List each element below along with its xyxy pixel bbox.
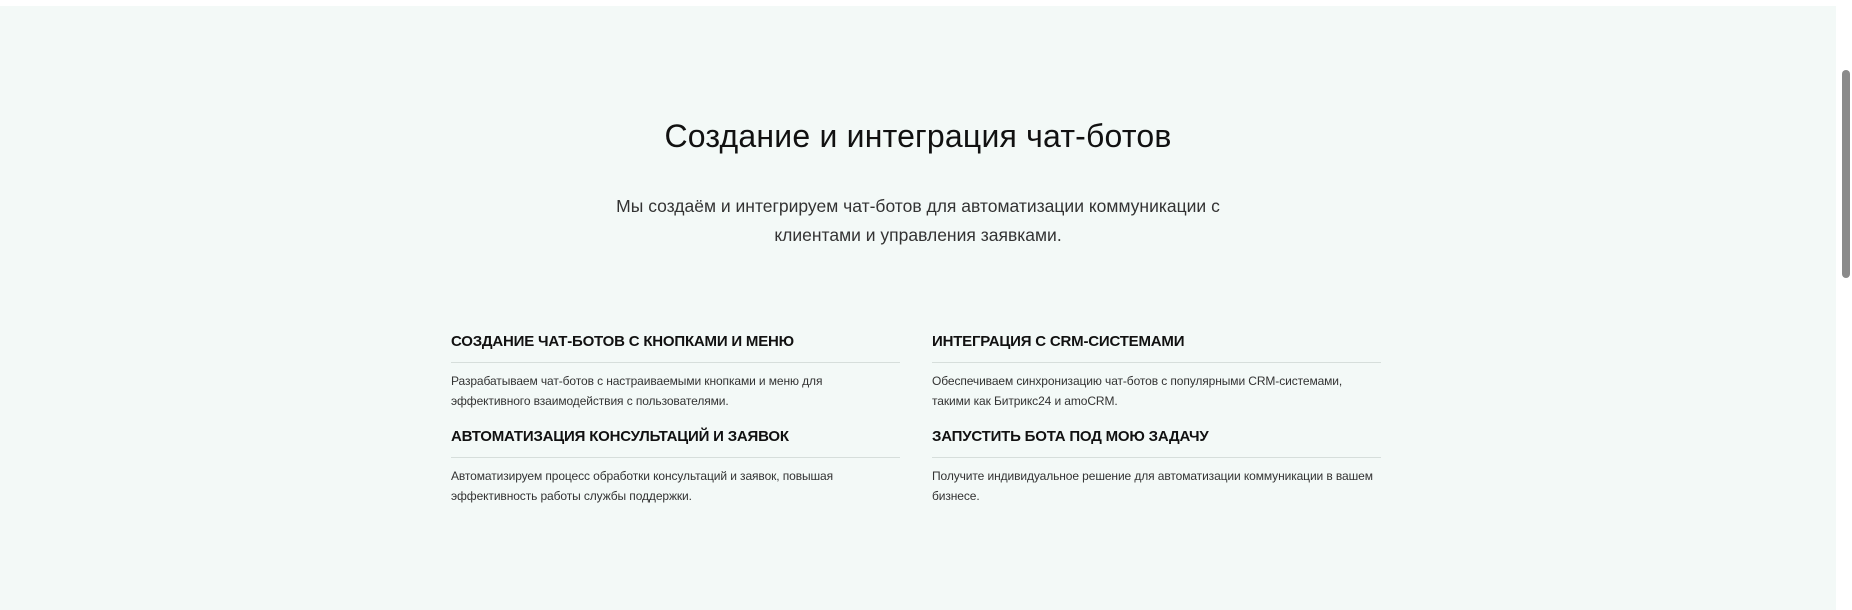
feature-title: СОЗДАНИЕ ЧАТ-БОТОВ С КНОПКАМИ И МЕНЮ (451, 330, 900, 363)
page-scrollbar[interactable] (1836, 0, 1852, 610)
feature-description: Получите индивидуальное решение для авто… (932, 469, 1373, 503)
page-subtitle: Мы создаём и интегрируем чат-ботов для а… (616, 196, 1220, 245)
feature-description: Обеспечиваем синхронизацию чат-ботов с п… (932, 374, 1343, 408)
scrollbar-thumb[interactable] (1842, 70, 1850, 278)
feature-consultation-automation: АВТОМАТИЗАЦИЯ КОНСУЛЬТАЦИЙ И ЗАЯВОК Авто… (451, 425, 900, 506)
feature-title: АВТОМАТИЗАЦИЯ КОНСУЛЬТАЦИЙ И ЗАЯВОК (451, 425, 900, 458)
feature-crm-integration: ИНТЕГРАЦИЯ С CRM-СИСТЕМАМИ Обеспечиваем … (932, 330, 1381, 411)
features-grid: СОЗДАНИЕ ЧАТ-БОТОВ С КНОПКАМИ И МЕНЮ Раз… (451, 330, 1381, 506)
feature-description: Разрабатываем чат-ботов с настраиваемыми… (451, 374, 823, 408)
feature-custom-bot: ЗАПУСТИТЬ БОТА ПОД МОЮ ЗАДАЧУ Получите и… (932, 425, 1381, 506)
feature-title: ЗАПУСТИТЬ БОТА ПОД МОЮ ЗАДАЧУ (932, 425, 1381, 458)
feature-description: Автоматизируем процесс обработки консуль… (451, 469, 834, 503)
chatbot-services-section: Создание и интеграция чат-ботов Мы созда… (0, 6, 1836, 610)
page-title: Создание и интеграция чат-ботов (664, 118, 1172, 154)
feature-chatbots-buttons-menu: СОЗДАНИЕ ЧАТ-БОТОВ С КНОПКАМИ И МЕНЮ Раз… (451, 330, 900, 411)
feature-title: ИНТЕГРАЦИЯ С CRM-СИСТЕМАМИ (932, 330, 1381, 363)
